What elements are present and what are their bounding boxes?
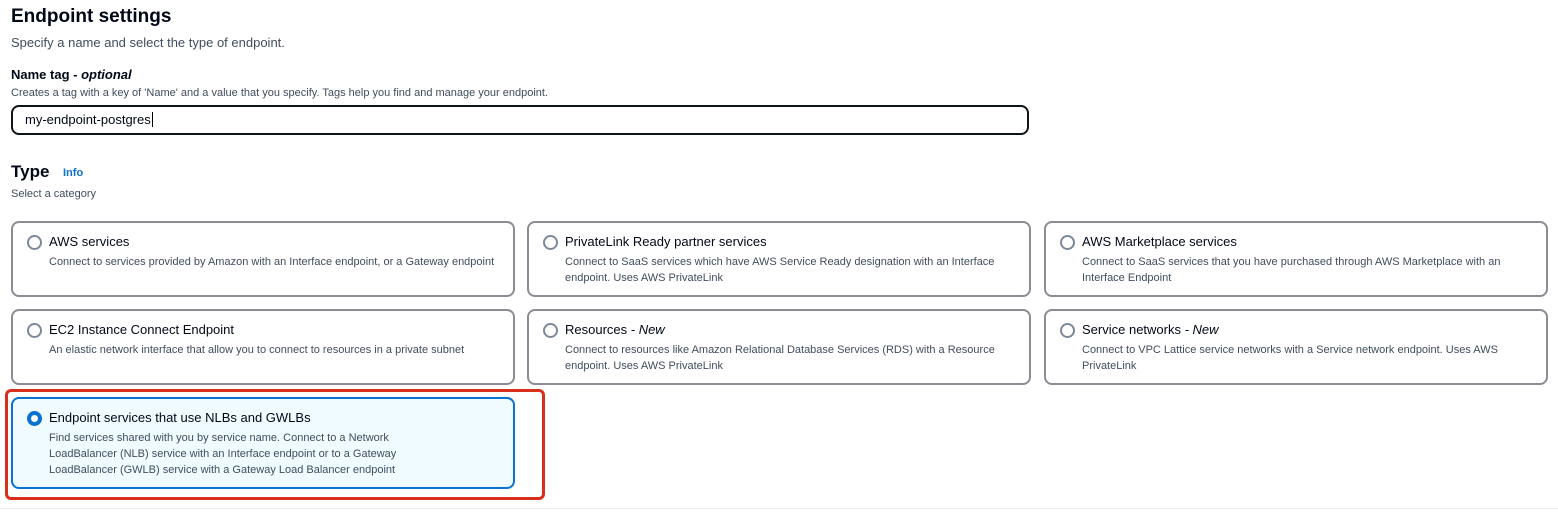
section-description: Specify a name and select the type of en…: [11, 35, 285, 50]
radio-button[interactable]: [543, 235, 558, 250]
option-title: AWS Marketplace services: [1082, 234, 1237, 249]
option-description: Connect to resources like Amazon Relatio…: [565, 344, 995, 372]
radio-button[interactable]: [1060, 235, 1075, 250]
option-title: EC2 Instance Connect Endpoint: [49, 322, 234, 337]
name-tag-value: my-endpoint-postgres: [25, 112, 151, 127]
text-caret: [151, 112, 153, 127]
type-option-service-networks[interactable]: Service networks - New Connect to VPC La…: [1044, 309, 1548, 385]
type-option-ec2-instance-connect-endpoint[interactable]: EC2 Instance Connect Endpoint An elastic…: [11, 309, 515, 385]
info-link[interactable]: Info: [63, 167, 83, 179]
type-description: Select a category: [11, 188, 96, 200]
name-tag-description: Creates a tag with a key of 'Name' and a…: [11, 87, 549, 99]
type-option-privatelink-ready-partner-services[interactable]: PrivateLink Ready partner services Conne…: [527, 221, 1031, 297]
option-title: Endpoint services that use NLBs and GWLB…: [49, 410, 311, 425]
option-description: Connect to services provided by Amazon w…: [49, 256, 495, 268]
option-title-text: Resources: [565, 322, 628, 337]
radio-button[interactable]: [543, 323, 558, 338]
new-badge: - New: [627, 322, 665, 337]
option-title-text: Endpoint services that use NLBs and GWLB…: [49, 410, 311, 425]
option-title-text: PrivateLink Ready partner services: [565, 234, 767, 249]
name-tag-label: Name tag - optional: [11, 67, 132, 82]
option-title: PrivateLink Ready partner services: [565, 234, 767, 249]
radio-button[interactable]: [27, 323, 42, 338]
new-badge: - New: [1180, 322, 1219, 337]
name-tag-separator: -: [69, 67, 82, 82]
radio-button[interactable]: [1060, 323, 1075, 338]
option-description: Find services shared with you by service…: [49, 432, 397, 476]
radio-button[interactable]: [27, 235, 42, 250]
option-title: Resources - New: [565, 322, 665, 337]
option-title-text: Service networks: [1082, 322, 1181, 337]
section-title: Endpoint settings: [11, 6, 172, 27]
radio-button-selected[interactable]: [27, 411, 42, 426]
type-option-aws-marketplace-services[interactable]: AWS Marketplace services Connect to SaaS…: [1044, 221, 1548, 297]
divider: [0, 508, 1558, 509]
option-title-text: AWS services: [49, 234, 130, 249]
option-title: Service networks - New: [1082, 322, 1219, 337]
type-option-aws-services[interactable]: AWS services Connect to services provide…: [11, 221, 515, 297]
optional-marker: optional: [81, 67, 132, 82]
option-description: Connect to SaaS services which have AWS …: [565, 256, 995, 284]
option-description: An elastic network interface that allow …: [49, 344, 465, 356]
option-description: Connect to VPC Lattice service networks …: [1082, 344, 1498, 372]
option-description: Connect to SaaS services that you have p…: [1082, 256, 1501, 284]
option-title: AWS services: [49, 234, 129, 249]
name-tag-label-text: Name tag: [11, 67, 70, 82]
option-title-text: EC2 Instance Connect Endpoint: [49, 322, 235, 337]
option-title-text: AWS Marketplace services: [1082, 234, 1237, 249]
type-option-endpoint-services-nlb-gwlb[interactable]: Endpoint services that use NLBs and GWLB…: [11, 397, 515, 489]
type-option-resources[interactable]: Resources - New Connect to resources lik…: [527, 309, 1031, 385]
name-tag-input[interactable]: my-endpoint-postgres: [11, 105, 1029, 135]
type-title: Type: [11, 162, 50, 181]
